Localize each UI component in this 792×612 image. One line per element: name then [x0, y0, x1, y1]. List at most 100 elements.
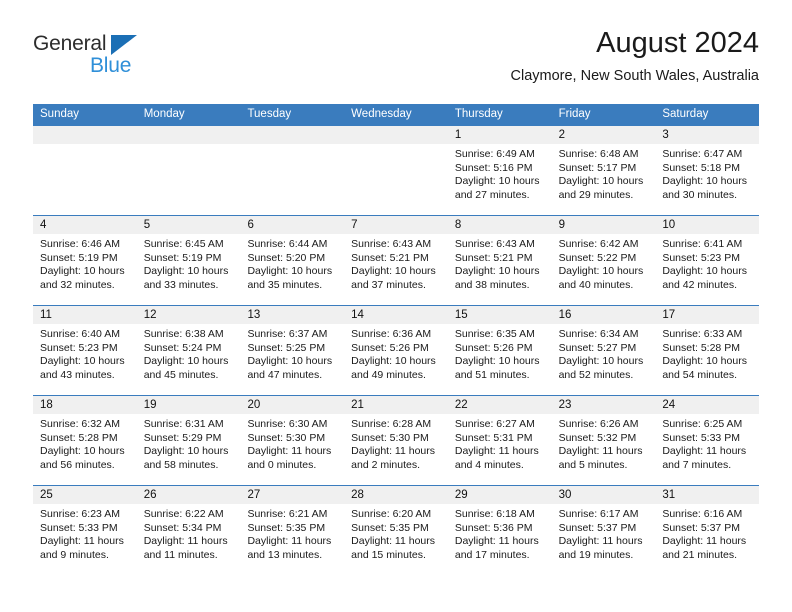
day-cell[interactable]: 26 Sunrise: 6:22 AM Sunset: 5:34 PM Dayl… [136, 486, 241, 575]
day-details: Sunrise: 6:23 AM Sunset: 5:33 PM Dayligh… [33, 504, 137, 562]
daylight-text-line1: Daylight: 11 hours [558, 445, 643, 458]
day-number: 12 [136, 306, 241, 324]
sunrise-text: Sunrise: 6:25 AM [662, 418, 743, 430]
day-number: 10 [655, 216, 760, 234]
day-cell[interactable]: 3 Sunrise: 6:47 AM Sunset: 5:18 PM Dayli… [655, 126, 760, 215]
daylight-text-line2: and 19 minutes. [558, 548, 634, 561]
daylight-text-line2: and 58 minutes. [143, 458, 219, 471]
daylight-text-line1: Daylight: 10 hours [662, 355, 747, 368]
day-details: Sunrise: 6:45 AM Sunset: 5:19 PM Dayligh… [137, 234, 241, 292]
day-cell[interactable]: 14 Sunrise: 6:36 AM Sunset: 5:26 PM Dayl… [344, 306, 448, 395]
sunrise-text: Sunrise: 6:34 AM [558, 328, 639, 340]
day-cell[interactable]: 21 Sunrise: 6:28 AM Sunset: 5:30 PM Dayl… [344, 396, 448, 485]
week-row: 11 Sunrise: 6:40 AM Sunset: 5:23 PM Dayl… [33, 305, 760, 395]
sunset-text: Sunset: 5:35 PM [351, 521, 429, 534]
day-cell[interactable]: 1 Sunrise: 6:49 AM Sunset: 5:16 PM Dayli… [447, 126, 552, 215]
day-cell[interactable]: 5 Sunrise: 6:45 AM Sunset: 5:19 PM Dayli… [136, 216, 241, 305]
sunset-text: Sunset: 5:29 PM [143, 431, 222, 444]
daylight-text-line1: Daylight: 11 hours [247, 445, 332, 458]
day-cell[interactable]: 9 Sunrise: 6:42 AM Sunset: 5:22 PM Dayli… [551, 216, 656, 305]
day-cell[interactable] [344, 126, 448, 215]
day-cell[interactable]: 2 Sunrise: 6:48 AM Sunset: 5:17 PM Dayli… [551, 126, 656, 215]
sunrise-text: Sunrise: 6:21 AM [247, 508, 328, 520]
sunrise-text: Sunrise: 6:17 AM [558, 508, 639, 520]
day-details: Sunrise: 6:47 AM Sunset: 5:18 PM Dayligh… [655, 144, 759, 202]
day-cell[interactable]: 7 Sunrise: 6:43 AM Sunset: 5:21 PM Dayli… [344, 216, 448, 305]
sunset-text: Sunset: 5:24 PM [143, 341, 222, 354]
brand-word-general: General [33, 32, 107, 55]
daylight-text-line2: and 15 minutes. [351, 548, 426, 561]
sunset-text: Sunset: 5:26 PM [351, 341, 429, 354]
day-cell[interactable] [33, 126, 137, 215]
sunrise-text: Sunrise: 6:43 AM [351, 238, 432, 250]
day-cell[interactable]: 6 Sunrise: 6:44 AM Sunset: 5:20 PM Dayli… [240, 216, 345, 305]
daylight-text-line2: and 4 minutes. [454, 458, 524, 471]
day-cell[interactable]: 24 Sunrise: 6:25 AM Sunset: 5:33 PM Dayl… [655, 396, 760, 485]
daylight-text-line1: Daylight: 10 hours [143, 265, 229, 278]
daylight-text-line2: and 11 minutes. [143, 548, 218, 561]
sunset-text: Sunset: 5:30 PM [247, 431, 326, 444]
sunset-text: Sunset: 5:27 PM [558, 341, 637, 354]
sunset-text: Sunset: 5:25 PM [247, 341, 326, 354]
day-cell[interactable]: 30 Sunrise: 6:17 AM Sunset: 5:37 PM Dayl… [551, 486, 656, 575]
sunset-text: Sunset: 5:16 PM [454, 161, 533, 174]
day-cell[interactable]: 13 Sunrise: 6:37 AM Sunset: 5:25 PM Dayl… [240, 306, 345, 395]
sunset-text: Sunset: 5:32 PM [558, 431, 637, 444]
day-cell[interactable]: 16 Sunrise: 6:34 AM Sunset: 5:27 PM Dayl… [551, 306, 656, 395]
daylight-text-line2: and 33 minutes. [143, 278, 219, 291]
sunset-text: Sunset: 5:23 PM [662, 251, 740, 264]
day-number: 17 [655, 306, 760, 324]
daylight-text-line2: and 30 minutes. [662, 188, 738, 201]
daylight-text-line2: and 5 minutes. [558, 458, 628, 471]
daylight-text-line1: Daylight: 10 hours [662, 175, 747, 188]
day-cell[interactable]: 27 Sunrise: 6:21 AM Sunset: 5:35 PM Dayl… [240, 486, 345, 575]
day-cell[interactable]: 10 Sunrise: 6:41 AM Sunset: 5:23 PM Dayl… [655, 216, 760, 305]
page-header: General Blue August 2024 Claymore, New S… [33, 26, 759, 98]
sunrise-text: Sunrise: 6:23 AM [40, 508, 120, 520]
day-cell[interactable]: 15 Sunrise: 6:35 AM Sunset: 5:26 PM Dayl… [447, 306, 552, 395]
day-cell[interactable] [136, 126, 241, 215]
day-cell[interactable]: 12 Sunrise: 6:38 AM Sunset: 5:24 PM Dayl… [136, 306, 241, 395]
day-cell[interactable] [240, 126, 345, 215]
day-details: Sunrise: 6:48 AM Sunset: 5:17 PM Dayligh… [552, 144, 656, 202]
day-cell[interactable]: 18 Sunrise: 6:32 AM Sunset: 5:28 PM Dayl… [33, 396, 137, 485]
daylight-text-line1: Daylight: 10 hours [247, 265, 333, 278]
brand-logo[interactable]: General Blue [33, 32, 293, 92]
sunrise-text: Sunrise: 6:47 AM [662, 148, 743, 160]
daylight-text-line1: Daylight: 11 hours [662, 445, 747, 458]
day-cell[interactable]: 4 Sunrise: 6:46 AM Sunset: 5:19 PM Dayli… [33, 216, 137, 305]
day-cell[interactable]: 23 Sunrise: 6:26 AM Sunset: 5:32 PM Dayl… [551, 396, 656, 485]
daylight-text-line1: Daylight: 10 hours [40, 355, 125, 368]
day-number: 15 [447, 306, 552, 324]
daylight-text-line1: Daylight: 10 hours [247, 355, 333, 368]
day-cell[interactable]: 11 Sunrise: 6:40 AM Sunset: 5:23 PM Dayl… [33, 306, 137, 395]
day-cell[interactable]: 19 Sunrise: 6:31 AM Sunset: 5:29 PM Dayl… [136, 396, 241, 485]
daylight-text-line1: Daylight: 10 hours [454, 175, 540, 188]
daylight-text-line2: and 17 minutes. [454, 548, 530, 561]
day-cell[interactable]: 31 Sunrise: 6:16 AM Sunset: 5:37 PM Dayl… [655, 486, 760, 575]
sunset-text: Sunset: 5:37 PM [662, 521, 740, 534]
daylight-text-line1: Daylight: 10 hours [40, 265, 125, 278]
sunrise-text: Sunrise: 6:31 AM [143, 418, 224, 430]
day-details: Sunrise: 6:38 AM Sunset: 5:24 PM Dayligh… [137, 324, 241, 382]
sunset-text: Sunset: 5:37 PM [558, 521, 637, 534]
day-cell[interactable]: 17 Sunrise: 6:33 AM Sunset: 5:28 PM Dayl… [655, 306, 760, 395]
day-details: Sunrise: 6:17 AM Sunset: 5:37 PM Dayligh… [552, 504, 656, 562]
weekday-header-row: Sunday Monday Tuesday Wednesday Thursday… [33, 104, 759, 125]
day-cell[interactable]: 29 Sunrise: 6:18 AM Sunset: 5:36 PM Dayl… [447, 486, 552, 575]
day-cell[interactable]: 20 Sunrise: 6:30 AM Sunset: 5:30 PM Dayl… [240, 396, 345, 485]
day-number: 26 [136, 486, 241, 504]
day-cell[interactable]: 8 Sunrise: 6:43 AM Sunset: 5:21 PM Dayli… [447, 216, 552, 305]
sunset-text: Sunset: 5:30 PM [351, 431, 429, 444]
day-number: 31 [655, 486, 760, 504]
sunrise-text: Sunrise: 6:49 AM [454, 148, 535, 160]
day-cell[interactable]: 28 Sunrise: 6:20 AM Sunset: 5:35 PM Dayl… [344, 486, 448, 575]
day-number: 22 [447, 396, 552, 414]
weekday-header-sunday: Sunday [40, 108, 80, 120]
daylight-text-line2: and 56 minutes. [40, 458, 115, 471]
day-cell[interactable]: 22 Sunrise: 6:27 AM Sunset: 5:31 PM Dayl… [447, 396, 552, 485]
sunrise-text: Sunrise: 6:37 AM [247, 328, 328, 340]
day-details: Sunrise: 6:27 AM Sunset: 5:31 PM Dayligh… [448, 414, 552, 472]
daylight-text-line1: Daylight: 11 hours [351, 445, 436, 458]
day-cell[interactable]: 25 Sunrise: 6:23 AM Sunset: 5:33 PM Dayl… [33, 486, 137, 575]
